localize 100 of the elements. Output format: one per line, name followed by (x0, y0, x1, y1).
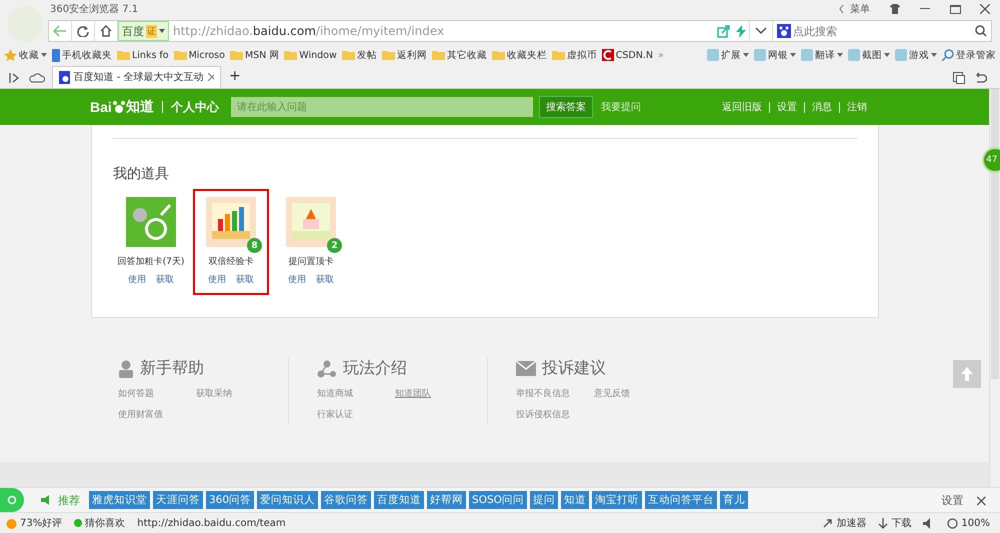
footer-link[interactable]: 如何答题 (118, 387, 154, 400)
item-action-link[interactable]: 使用 (128, 273, 146, 286)
more-bookmarks-button[interactable]: » (658, 50, 664, 60)
bookmark-item[interactable]: 手机收藏夹 (52, 48, 112, 62)
bold-card-icon (126, 197, 176, 247)
caret-icon (931, 53, 937, 57)
extension-button[interactable]: 扩展 (707, 48, 749, 62)
url-field[interactable]: http://zhidao.baidu.com/ihome/myitem/index (173, 24, 444, 38)
cloud-icon[interactable] (29, 73, 45, 83)
close-toolbar-button[interactable]: × (974, 490, 988, 510)
site-link-button[interactable]: 提问 (530, 491, 558, 509)
section-title: 个人中心 (162, 101, 219, 113)
site-link-button[interactable]: SOSO问问 (469, 491, 527, 509)
undo-icon[interactable] (975, 72, 987, 84)
rating-status[interactable]: 73%好评 (6, 516, 62, 530)
close-icon[interactable] (208, 73, 214, 81)
search-field[interactable]: 点此搜索 (793, 24, 973, 38)
footer-link[interactable]: 举报不良信息 (516, 387, 570, 400)
footer-link[interactable]: 意见反馈 (594, 387, 630, 400)
folder-icon (284, 50, 298, 60)
bookmark-item[interactable]: Window (284, 50, 337, 60)
bookmark-item[interactable]: CSDN.N (602, 49, 653, 61)
bookmark-item[interactable]: 虚拟币 (552, 48, 597, 62)
status-url: http://zhidao.baidu.com/team (137, 518, 286, 528)
up-arrow-card-icon (286, 197, 336, 247)
zoom-button[interactable]: 100% (947, 518, 990, 528)
site-link-button[interactable]: 爱问知识人 (257, 491, 318, 509)
settings-link[interactable]: 设置 (942, 492, 964, 508)
bookmark-item[interactable]: Microso (174, 50, 225, 60)
dot-icon (74, 519, 82, 527)
site-logo[interactable]: Bai 知道 (90, 98, 154, 116)
bookmark-item[interactable]: 其它收藏 (432, 48, 487, 62)
window-switch-icon[interactable] (953, 72, 965, 84)
footer-link[interactable]: 知道团队 (395, 387, 431, 400)
paw-icon[interactable] (777, 24, 791, 38)
home-icon[interactable] (100, 25, 112, 37)
extension-button[interactable]: 网银 (754, 48, 796, 62)
header-link[interactable]: 消息 (812, 100, 832, 114)
footer-link[interactable]: 使用财富值 (118, 408, 163, 421)
download-button[interactable]: 下载 (878, 516, 912, 530)
footer-link[interactable]: 行家认证 (317, 408, 353, 421)
footer-heading: 新手帮助 (140, 358, 204, 379)
header-link[interactable]: 设置 (777, 100, 797, 114)
toolbar-toggle-button[interactable] (0, 488, 24, 512)
site-link-button[interactable]: 雅虎知识堂 (89, 491, 150, 509)
site-link-button[interactable]: 好帮网 (427, 491, 466, 509)
bookmark-item[interactable]: MSN 网 (230, 48, 280, 62)
maximize-icon[interactable] (950, 4, 960, 14)
bookmark-item[interactable]: 返利网 (382, 48, 427, 62)
bookmark-item[interactable]: 收藏夹栏 (492, 48, 547, 62)
browser-tab[interactable]: 百度知道 - 全球最大中文互动 (52, 66, 221, 88)
footer-link[interactable]: 投诉侵权信息 (516, 408, 570, 421)
mail-icon (516, 361, 536, 376)
folder-icon (432, 50, 445, 60)
menu-button[interactable]: 菜单 (850, 2, 870, 16)
question-search-field[interactable]: 请在此输入问题 (230, 97, 533, 117)
extension-button[interactable]: 翻译 (801, 48, 843, 62)
accelerator-button[interactable]: 加速器 (822, 516, 866, 530)
site-link-button[interactable]: 谷歌问答 (321, 491, 372, 509)
footer-link[interactable]: 知道商城 (317, 387, 353, 400)
dropdown-icon[interactable] (755, 27, 767, 35)
extension-icon (707, 49, 719, 61)
bookmark-item[interactable]: Links fo (117, 50, 169, 60)
item-action-link[interactable]: 使用 (288, 273, 306, 286)
item-action-link[interactable]: 获取 (156, 273, 174, 286)
footer-link[interactable]: 获取采纳 (196, 387, 232, 400)
section-title: 我的道具 (113, 165, 170, 183)
reload-icon[interactable] (77, 25, 89, 37)
close-icon[interactable] (980, 4, 990, 14)
site-link-button[interactable]: 知道 (560, 491, 589, 509)
item-name: 提问置顶卡 (288, 256, 334, 268)
chevron-left-icon[interactable] (839, 5, 844, 13)
search-answers-button[interactable]: 搜索答案 (538, 96, 593, 118)
search-icon[interactable] (975, 25, 987, 37)
new-tab-button[interactable]: + (225, 68, 245, 88)
site-identity-button[interactable]: 百度 证 (118, 21, 169, 41)
site-link-button[interactable]: 360问答 (206, 491, 254, 509)
item-action-link[interactable]: 获取 (236, 273, 254, 286)
extension-button[interactable]: 截图 (848, 48, 890, 62)
login-button[interactable]: 登录管家 (942, 48, 996, 62)
zoom-icon (947, 518, 958, 528)
count-badge: 2 (327, 238, 342, 253)
bookmark-item[interactable]: 收藏 (4, 48, 47, 62)
site-link-button[interactable]: 淘宝打听 (592, 491, 642, 509)
header-link[interactable]: 返回旧版 (722, 100, 762, 114)
site-link-button[interactable]: 天涯问答 (153, 491, 203, 509)
sidebar-toggle-icon[interactable] (9, 73, 19, 83)
recommend-label: 推荐 (58, 492, 80, 508)
recommend-status[interactable]: 猜你喜欢 (74, 516, 126, 530)
bookmark-item[interactable]: 发帖 (342, 48, 377, 62)
extension-icon (801, 49, 813, 61)
header-link[interactable]: 注销 (847, 100, 867, 114)
site-link-button[interactable]: 百度知道 (374, 491, 424, 509)
item-action-link[interactable]: 使用 (208, 273, 226, 286)
shirt-icon[interactable] (889, 4, 901, 14)
site-link-button[interactable]: 互动问答平台 (644, 491, 717, 509)
site-link-button[interactable]: 育儿 (720, 491, 748, 509)
minimize-icon[interactable] (920, 8, 930, 10)
item-action-link[interactable]: 获取 (316, 273, 334, 286)
extension-button[interactable]: 游戏 (895, 48, 937, 62)
